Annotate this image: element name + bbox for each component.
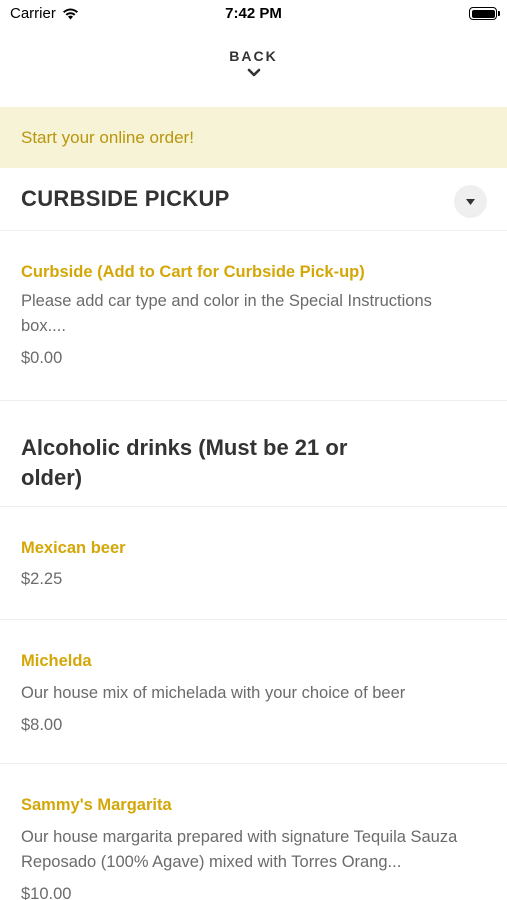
item-price: $8.00	[21, 716, 63, 734]
item-name: Mexican beer	[21, 539, 126, 557]
menu-item[interactable]: Sammy's Margarita Our house margarita pr…	[0, 764, 507, 900]
item-name: Curbside (Add to Cart for Curbside Pick-…	[21, 263, 365, 281]
menu-item[interactable]: Curbside (Add to Cart for Curbside Pick-…	[0, 231, 507, 401]
section-header: CURBSIDE PICKUP	[0, 168, 507, 231]
chevron-down-icon	[247, 68, 260, 77]
banner-text: Start your online order!	[21, 127, 194, 147]
section-dropdown-button[interactable]	[454, 185, 487, 218]
status-bar: Carrier 7:42 PM	[0, 0, 507, 28]
menu-item[interactable]: Mexican beer $2.25	[0, 507, 507, 620]
item-description: Our house mix of michelada with your cho…	[21, 684, 406, 702]
caret-down-icon	[466, 198, 475, 205]
order-banner: Start your online order!	[0, 107, 507, 168]
menu-item[interactable]: Michelda Our house mix of michelada with…	[0, 620, 507, 764]
section-title: CURBSIDE PICKUP	[21, 186, 230, 211]
item-name: Sammy's Margarita	[21, 796, 172, 814]
status-time: 7:42 PM	[225, 5, 282, 22]
battery-icon	[469, 7, 500, 20]
item-description: Our house margarita prepared with signat…	[21, 828, 458, 871]
item-description: Please add car type and color in the Spe…	[21, 292, 432, 335]
category-title: Alcoholic drinks (Must be 21 or older)	[21, 435, 348, 490]
item-price: $2.25	[21, 570, 63, 588]
battery-level	[471, 9, 495, 18]
item-name: Michelda	[21, 652, 92, 670]
battery-tip	[498, 11, 500, 16]
back-label: BACK	[229, 48, 278, 64]
item-price: $0.00	[21, 349, 63, 367]
back-button[interactable]: BACK	[0, 48, 507, 77]
item-price: $10.00	[21, 885, 72, 900]
